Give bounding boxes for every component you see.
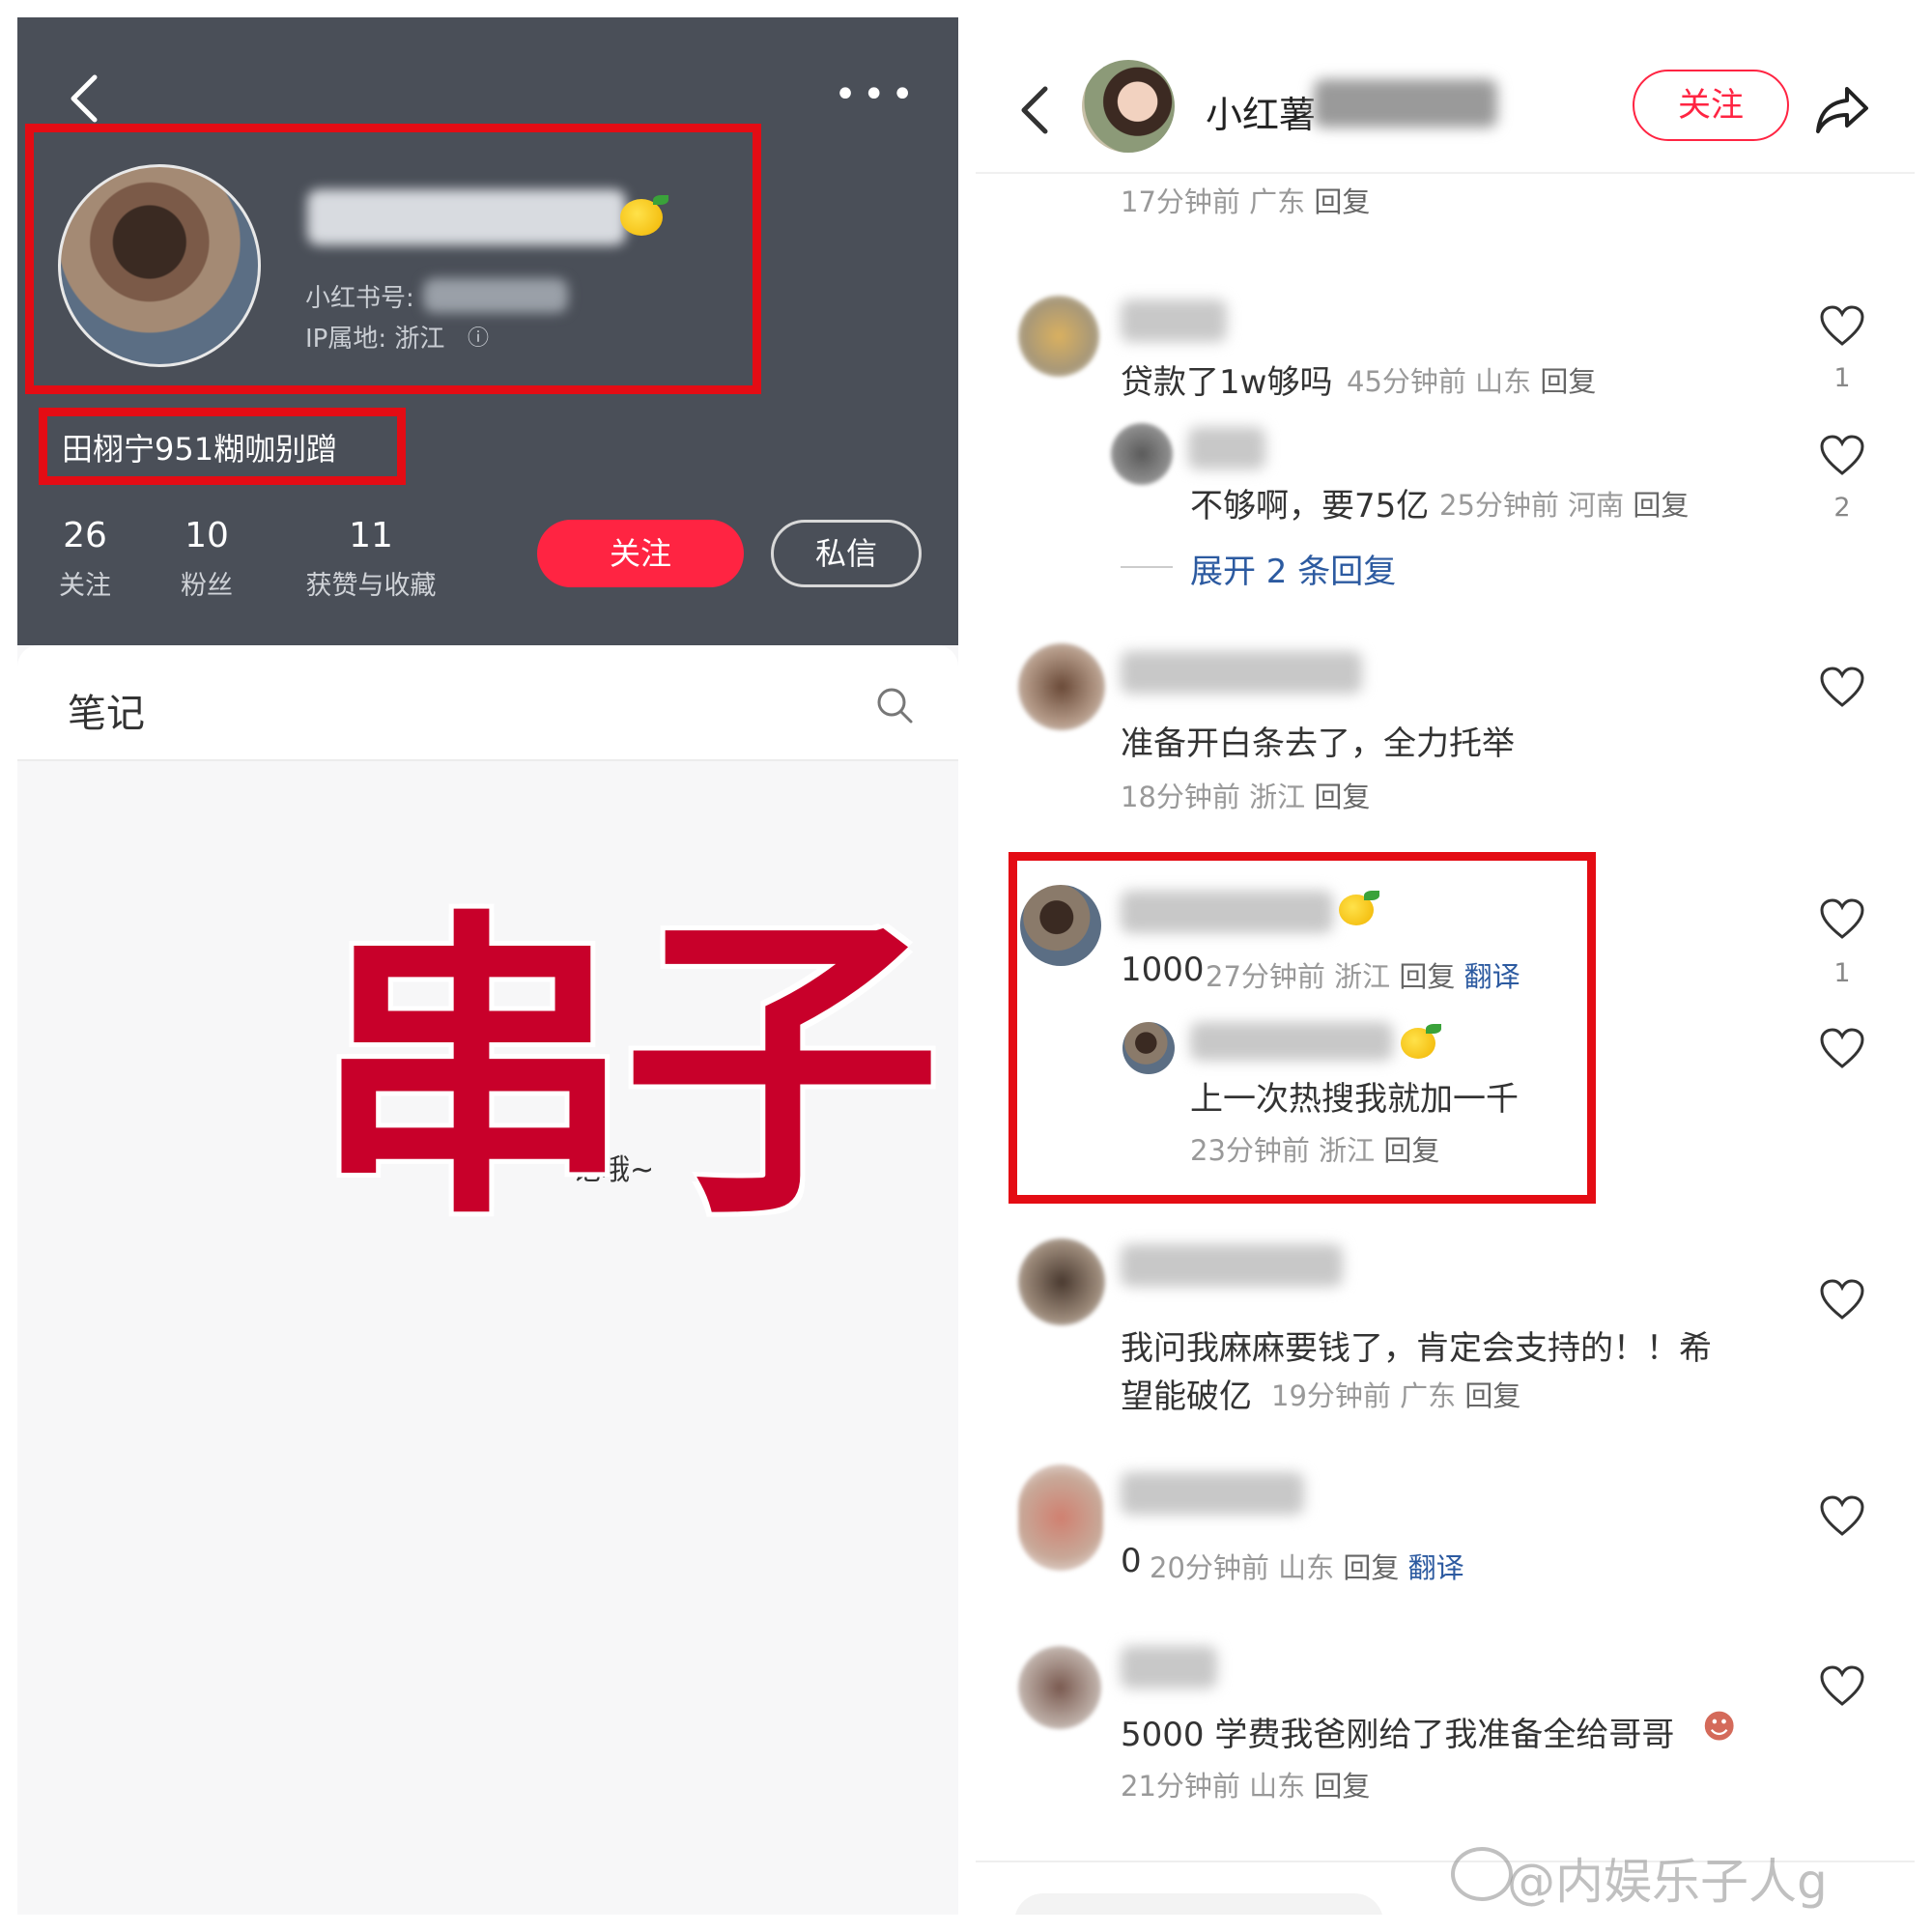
weibo-logo-icon	[1451, 1847, 1513, 1901]
comment-text: 准备开白条去了，全力托举	[1121, 724, 1515, 763]
followers-count[interactable]: 10	[149, 516, 265, 555]
reply-button[interactable]: 回复	[1343, 1551, 1399, 1584]
profile-screen: ••• 小红书号: IP属地: 浙江 ⓘ 田栩宁951糊咖别蹭 26 关注 10…	[17, 17, 958, 1915]
comment-text: 5000 学费我爸刚给了我准备全给哥哥	[1121, 1716, 1675, 1754]
heart-icon[interactable]	[1818, 1026, 1866, 1070]
comment-text: 不够啊，要75亿	[1190, 487, 1430, 526]
commenter-name-redacted	[1188, 427, 1265, 469]
back-arrow-icon[interactable]	[60, 70, 108, 128]
profile-header: ••• 小红书号: IP属地: 浙江 ⓘ 田栩宁951糊咖别蹭 26 关注 10…	[17, 17, 958, 645]
search-icon[interactable]	[875, 686, 914, 724]
reply-button[interactable]: 回复	[1314, 1770, 1370, 1803]
follow-author-button[interactable]: 关注	[1633, 70, 1789, 141]
reply-button[interactable]: 回复	[1540, 365, 1596, 398]
heart-icon[interactable]	[1818, 433, 1866, 477]
comment-input[interactable]	[1014, 1893, 1383, 1915]
like-count: 1	[1833, 958, 1851, 988]
heart-icon[interactable]	[1818, 896, 1866, 941]
commenter-avatar[interactable]	[1111, 423, 1173, 485]
reply-button[interactable]: 回复	[1633, 489, 1689, 522]
overlay-caption: 串子	[313, 886, 941, 1257]
notes-tab-bar: 笔记	[17, 645, 958, 761]
share-icon[interactable]	[1814, 83, 1872, 137]
more-options-icon[interactable]: •••	[834, 75, 920, 114]
watermark: @内娱乐子人g	[1507, 1854, 1828, 1910]
commenter-name-redacted	[1121, 1472, 1304, 1515]
reply-button[interactable]: 回复	[1314, 781, 1370, 813]
author-name-redacted	[1314, 79, 1497, 128]
comment-meta: 20分钟前 山东 回复 翻译	[1150, 1551, 1464, 1584]
expand-replies-link[interactable]: 展开 2 条回复	[1190, 545, 1396, 592]
translate-button[interactable]: 翻译	[1408, 1551, 1464, 1584]
comment-text: 我问我麻麻要钱了，肯定会支持的！！希	[1121, 1329, 1712, 1368]
following-label: 关注	[59, 571, 111, 601]
tab-notes[interactable]: 笔记	[68, 682, 145, 738]
likes-collects-label: 获赞与收藏	[305, 571, 437, 601]
highlight-box-bio	[39, 408, 406, 485]
comment-meta: 18分钟前 浙江 回复	[1121, 781, 1371, 813]
like-count: 1	[1833, 363, 1851, 393]
heart-icon[interactable]	[1818, 1277, 1866, 1321]
following-count[interactable]: 26	[27, 516, 143, 555]
emoji-icon: ☻	[1702, 1708, 1737, 1747]
heart-icon[interactable]	[1818, 665, 1866, 709]
heart-icon[interactable]	[1818, 1663, 1866, 1708]
commenter-name-redacted	[1121, 299, 1227, 342]
header-divider	[976, 172, 1915, 174]
expand-divider	[1121, 566, 1173, 568]
comments-screen: 小红薯 关注 17分钟前 广东 回复 贷款了1w够吗 45分钟前 山东 回复 1…	[976, 17, 1915, 1915]
like-count: 2	[1833, 493, 1851, 523]
commenter-avatar[interactable]	[1018, 296, 1099, 377]
commenter-avatar[interactable]	[1018, 1464, 1103, 1571]
comment-text: 0	[1121, 1542, 1142, 1580]
reply-button[interactable]: 回复	[1314, 185, 1370, 218]
reply-button[interactable]: 回复	[1464, 1379, 1520, 1412]
message-button[interactable]: 私信	[771, 520, 922, 587]
commenter-avatar[interactable]	[1018, 643, 1105, 730]
comment-meta: 19分钟前 广东 回复	[1271, 1379, 1521, 1412]
commenter-name-redacted	[1121, 1646, 1217, 1689]
comment-meta: 17分钟前 广东 回复	[1121, 185, 1371, 218]
commenter-avatar[interactable]	[1018, 1238, 1105, 1325]
author-avatar[interactable]	[1082, 60, 1175, 153]
commenter-avatar[interactable]	[1018, 1646, 1101, 1729]
highlight-box-comment	[1009, 852, 1596, 1204]
commenter-name-redacted	[1121, 651, 1362, 694]
comment-text: 望能破亿	[1121, 1378, 1252, 1416]
comment-meta: 45分钟前 山东 回复	[1347, 365, 1597, 398]
comment-meta: 21分钟前 山东 回复	[1121, 1770, 1371, 1803]
back-arrow-icon[interactable]	[1014, 81, 1053, 139]
followers-label: 粉丝	[181, 571, 233, 601]
heart-icon[interactable]	[1818, 1493, 1866, 1538]
comment-meta: 25分钟前 河南 回复	[1439, 489, 1690, 522]
commenter-name-redacted	[1121, 1244, 1343, 1287]
follow-button[interactable]: 关注	[537, 520, 744, 587]
comment-text: 贷款了1w够吗	[1121, 363, 1333, 402]
highlight-box-profile	[25, 124, 761, 394]
likes-collects-count[interactable]: 11	[313, 516, 429, 555]
heart-icon[interactable]	[1818, 303, 1866, 348]
author-name[interactable]: 小红薯	[1206, 85, 1316, 138]
